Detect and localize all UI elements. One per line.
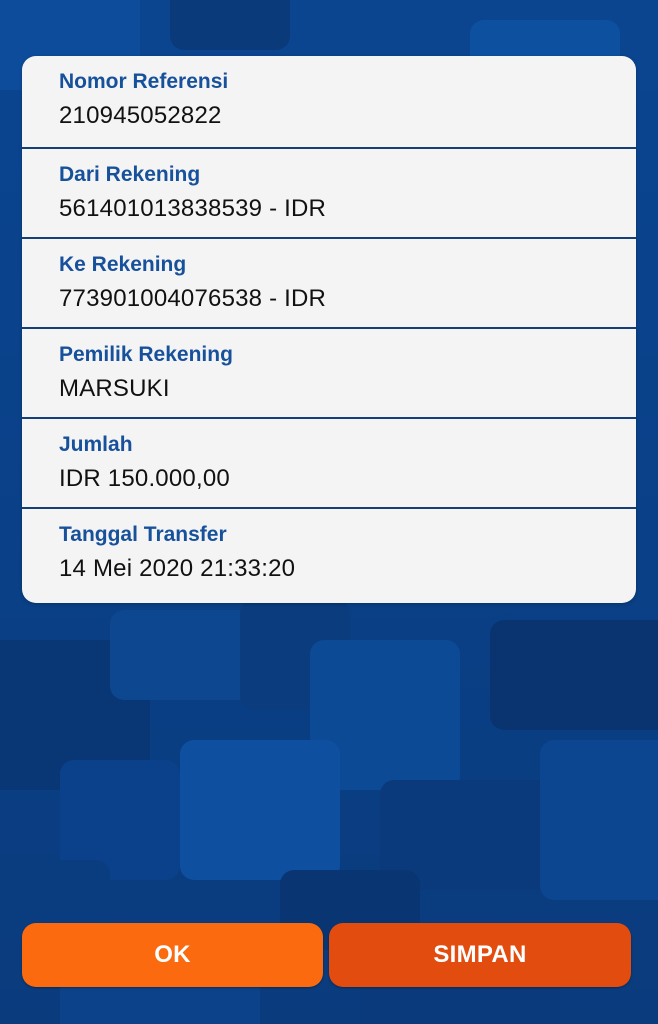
transfer-date-value: 14 Mei 2020 21:33:20 [59, 555, 296, 582]
account-owner-label: Pemilik Rekening [59, 343, 233, 366]
detail-row-account-owner: Pemilik Rekening MARSUKI [22, 329, 636, 419]
detail-row-transfer-date: Tanggal Transfer 14 Mei 2020 21:33:20 [22, 509, 636, 601]
reference-value: 210945052822 [59, 102, 222, 129]
transfer-date-label: Tanggal Transfer [59, 523, 227, 546]
reference-label: Nomor Referensi [59, 70, 229, 93]
source-account-value: 561401013838539 - IDR [59, 195, 327, 222]
detail-row-reference: Nomor Referensi 210945052822 [22, 56, 636, 149]
amount-value: IDR 150.000,00 [59, 465, 230, 492]
save-button[interactable]: SIMPAN [329, 923, 631, 987]
destination-account-value: 773901004076538 - IDR [59, 285, 327, 312]
destination-account-label: Ke Rekening [59, 253, 187, 276]
detail-row-source-account: Dari Rekening 561401013838539 - IDR [22, 149, 636, 239]
detail-row-destination-account: Ke Rekening 773901004076538 - IDR [22, 239, 636, 329]
amount-label: Jumlah [59, 433, 133, 456]
transfer-detail-card: Nomor Referensi 210945052822 Dari Rekeni… [22, 56, 636, 603]
ok-button[interactable]: OK [22, 923, 323, 987]
account-owner-value: MARSUKI [59, 375, 170, 402]
detail-row-amount: Jumlah IDR 150.000,00 [22, 419, 636, 509]
source-account-label: Dari Rekening [59, 163, 201, 186]
